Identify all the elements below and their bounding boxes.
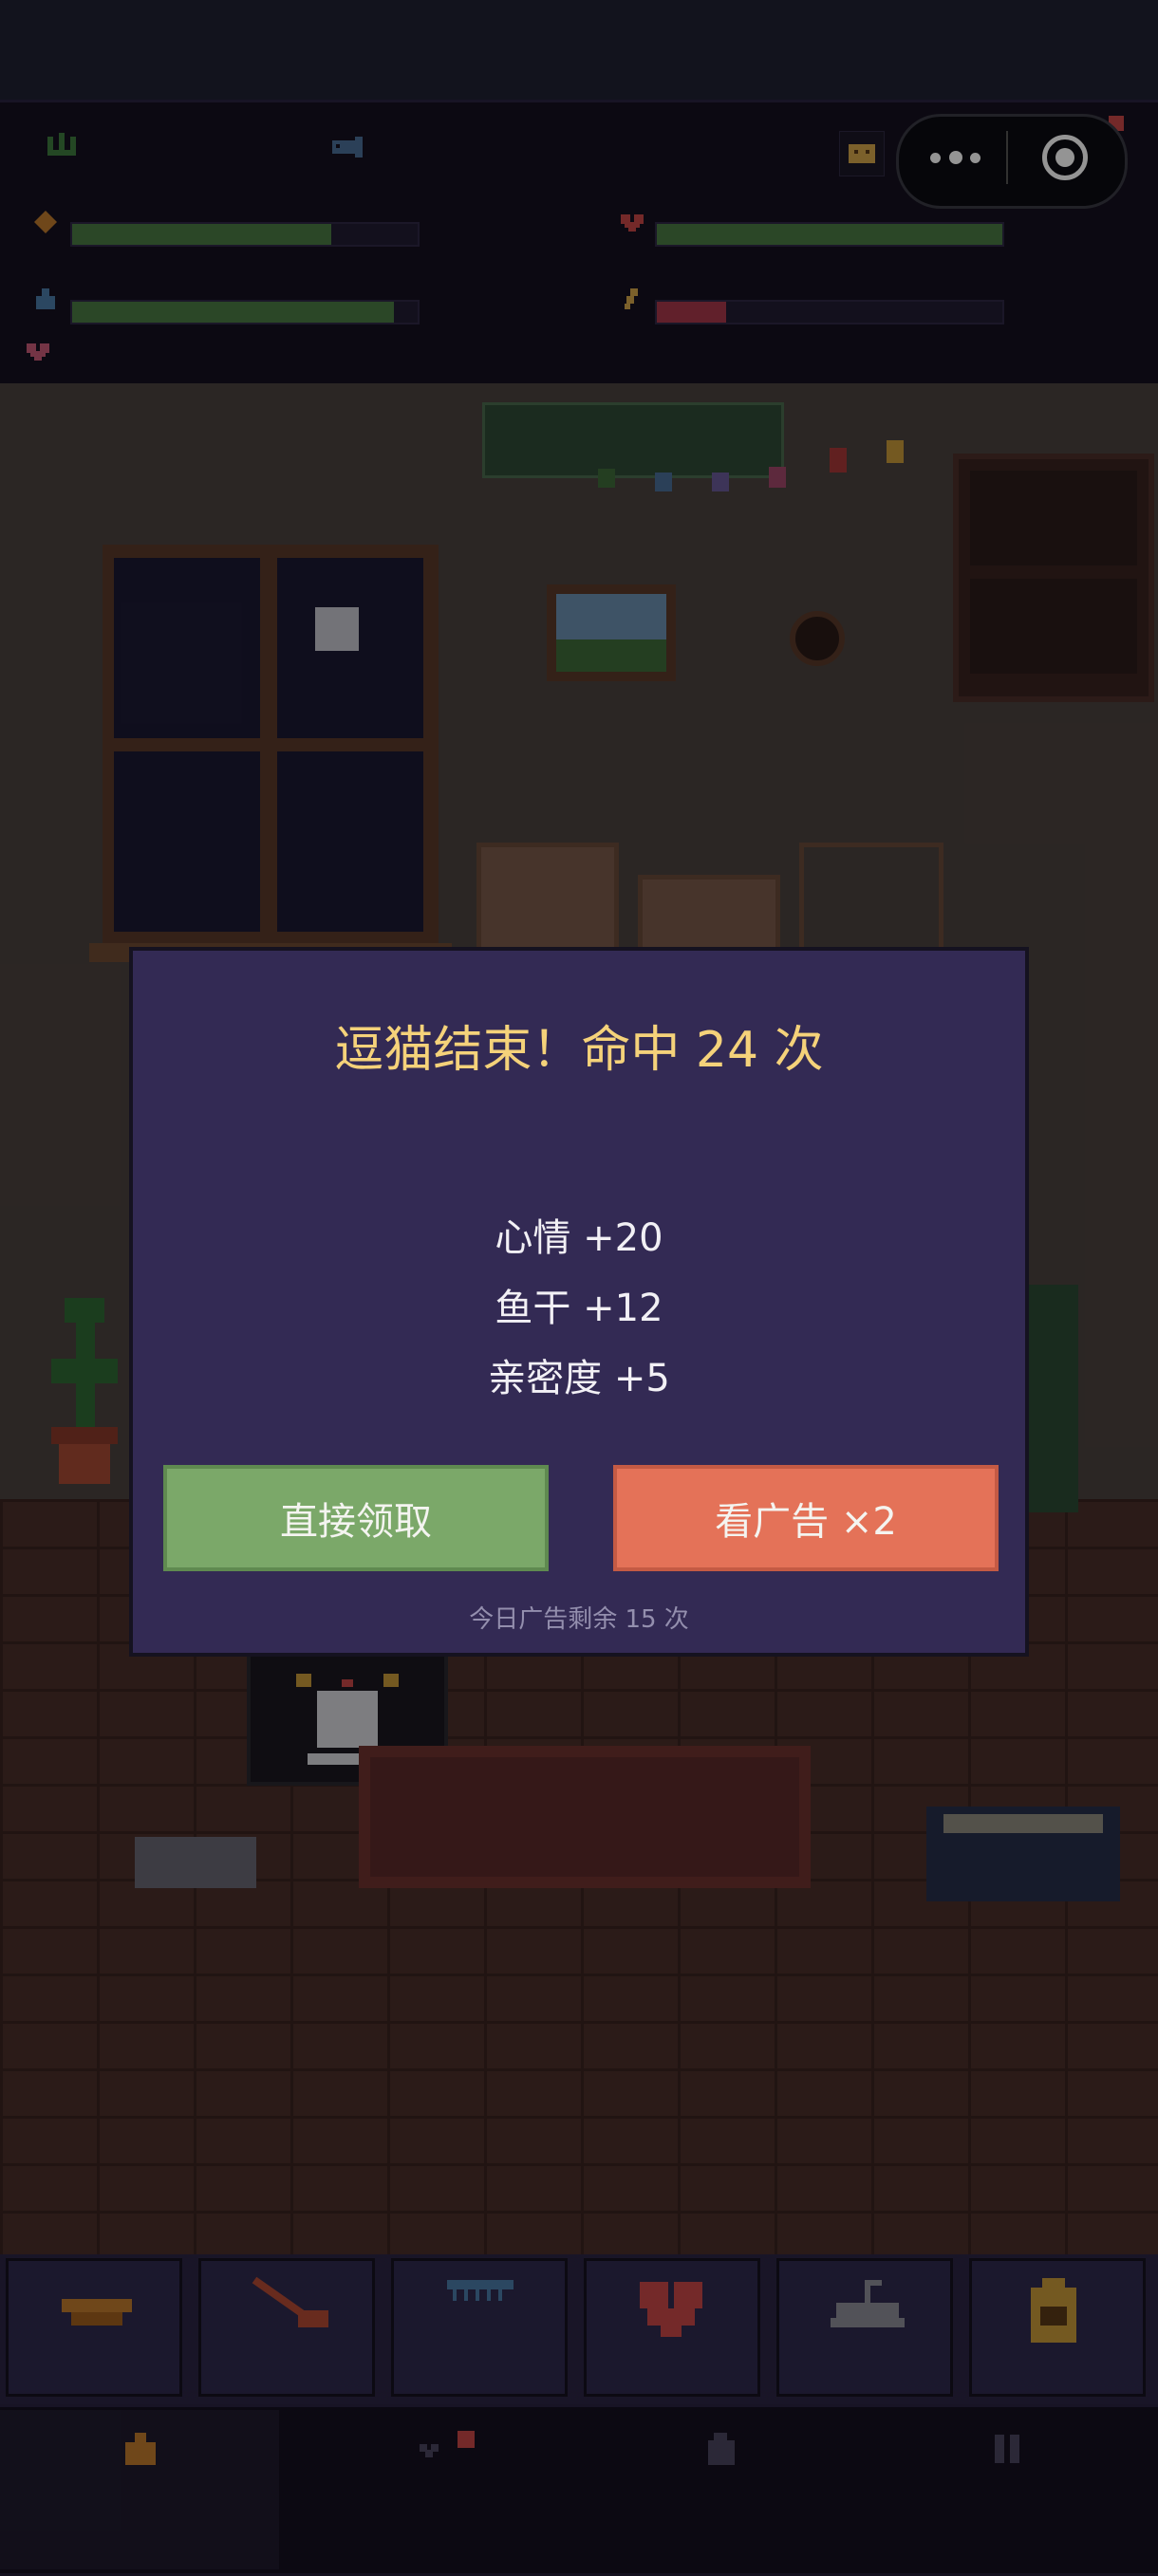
dialog-title: 逗猫结束！命中 24 次 bbox=[334, 1022, 824, 1079]
result-dialog: 逗猫结束！命中 24 次 心情 +20 鱼干 +12 亲密度 +5 直接领取 看… bbox=[129, 947, 1029, 1657]
watch-ad-double-button[interactable]: 看广告 ×2 bbox=[613, 1465, 999, 1571]
reward-fish: 鱼干 +12 bbox=[495, 1287, 663, 1330]
reward-mood: 心情 +20 bbox=[495, 1216, 663, 1260]
reward-affection: 亲密度 +5 bbox=[488, 1357, 670, 1400]
ad-remaining-note: 今日广告剩余 15 次 bbox=[469, 1605, 689, 1634]
claim-button[interactable]: 直接领取 bbox=[163, 1465, 549, 1571]
